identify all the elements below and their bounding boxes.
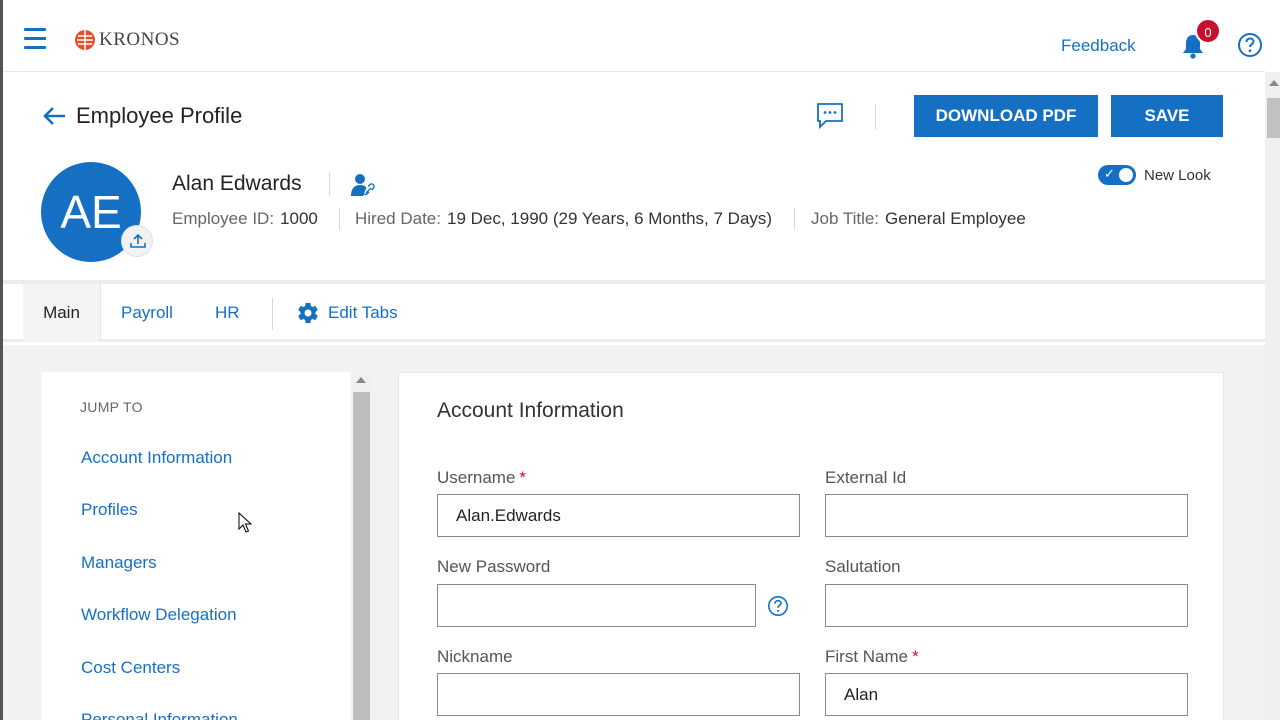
scroll-up-arrow[interactable] xyxy=(1269,80,1279,86)
tab-main[interactable]: Main xyxy=(23,284,101,342)
external-id-label: External Id xyxy=(825,468,907,487)
download-pdf-button[interactable]: DOWNLOAD PDF xyxy=(914,95,1098,137)
scroll-up-arrow[interactable] xyxy=(356,377,366,383)
employee-id-value: 1000 xyxy=(280,209,318,228)
logo-text: KRONOS xyxy=(99,29,181,50)
upload-icon xyxy=(130,233,146,248)
hamburger-icon[interactable] xyxy=(24,28,46,50)
page-scrollbar[interactable] xyxy=(1265,72,1280,720)
tab-payroll[interactable]: Payroll xyxy=(121,284,173,342)
jump-item-cost-centers[interactable]: Cost Centers xyxy=(81,658,180,678)
new-look-label: New Look xyxy=(1144,167,1211,184)
notification-badge[interactable]: 0 xyxy=(1195,18,1221,44)
external-id-input[interactable] xyxy=(825,494,1188,537)
new-password-label: New Password xyxy=(437,557,551,576)
first-name-label: First Name * xyxy=(825,647,919,667)
nickname-label: Nickname xyxy=(437,647,513,666)
meta-divider xyxy=(339,208,340,230)
toggle-knob xyxy=(1119,168,1133,182)
comment-icon[interactable] xyxy=(815,100,845,130)
scroll-thumb[interactable] xyxy=(1267,98,1280,138)
jump-item-personal-information[interactable]: Personal Information xyxy=(81,710,238,720)
top-bar: KRONOS Feedback 0 xyxy=(3,0,1265,72)
job-title-value: General Employee xyxy=(885,209,1026,228)
first-name-label-text: First Name xyxy=(825,647,909,666)
hired-date-value: 19 Dec, 1990 (29 Years, 6 Months, 7 Days… xyxy=(446,209,773,228)
arrow-left-icon[interactable] xyxy=(41,105,67,127)
employee-id: Employee ID: 1000 xyxy=(172,209,318,229)
new-password-input[interactable] xyxy=(437,584,756,627)
tabs-divider xyxy=(272,298,273,330)
required-marker: * xyxy=(912,647,919,666)
name-divider xyxy=(329,172,330,196)
username-input[interactable]: Alan.Edwards xyxy=(437,494,800,537)
password-help-icon[interactable] xyxy=(767,595,789,617)
gear-icon xyxy=(298,303,318,324)
account-information-card: Account Information Username * Alan.Edwar… xyxy=(398,372,1224,720)
jump-item-profiles[interactable]: Profiles xyxy=(81,500,138,520)
username-label: Username * xyxy=(437,468,526,488)
job-title: Job Title: General Employee xyxy=(811,209,1026,229)
app-window: KRONOS Feedback 0 Employee Profile DOWNL… xyxy=(0,0,1280,720)
job-title-label: Job Title: xyxy=(811,209,880,228)
edit-tabs-button[interactable]: Edit Tabs xyxy=(296,284,398,342)
username-label-text: Username xyxy=(437,468,516,487)
help-icon[interactable] xyxy=(1237,32,1263,58)
check-icon: ✓ xyxy=(1104,166,1115,181)
upload-photo-button[interactable] xyxy=(121,225,153,257)
save-button[interactable]: SAVE xyxy=(1111,95,1223,137)
salutation-label: Salutation xyxy=(825,557,901,576)
jump-to-panel: JUMP TO Account Information Profiles Man… xyxy=(41,372,351,720)
mouse-cursor-icon xyxy=(238,512,252,533)
tab-hr[interactable]: HR xyxy=(215,284,240,342)
profile-header: Employee Profile DOWNLOAD PDF SAVE ✓ New… xyxy=(3,72,1265,284)
kronos-globe-icon xyxy=(75,30,95,50)
jump-item-managers[interactable]: Managers xyxy=(81,553,157,573)
new-look-toggle[interactable]: ✓ xyxy=(1098,165,1136,185)
salutation-input[interactable] xyxy=(825,584,1188,627)
meta-divider xyxy=(794,208,795,230)
hired-date-label: Hired Date: xyxy=(355,209,441,228)
jump-to-title: JUMP TO xyxy=(80,399,143,415)
employee-name: Alan Edwards xyxy=(172,172,302,195)
jump-item-workflow-delegation[interactable]: Workflow Delegation xyxy=(81,605,237,625)
content-area: JUMP TO Account Information Profiles Man… xyxy=(3,345,1265,720)
feedback-link[interactable]: Feedback xyxy=(1061,36,1136,56)
kronos-logo[interactable]: KRONOS xyxy=(73,28,180,52)
jump-item-account-information[interactable]: Account Information xyxy=(81,448,232,468)
header-divider xyxy=(875,104,876,130)
nickname-input[interactable] xyxy=(437,673,800,716)
jump-to-scrollbar[interactable] xyxy=(352,372,371,720)
page-title: Employee Profile xyxy=(76,103,243,128)
required-marker: * xyxy=(519,468,527,487)
first-name-input[interactable]: Alan xyxy=(825,673,1188,716)
section-title: Account Information xyxy=(437,399,624,422)
hired-date: Hired Date: 19 Dec, 1990 (29 Years, 6 Mon… xyxy=(355,209,772,229)
person-link-icon[interactable] xyxy=(349,172,377,198)
edit-tabs-label: Edit Tabs xyxy=(328,303,398,322)
scroll-thumb[interactable] xyxy=(353,392,370,720)
employee-id-label: Employee ID: xyxy=(172,209,275,228)
profile-tabs: Main Payroll HR Edit Tabs xyxy=(3,284,1265,342)
